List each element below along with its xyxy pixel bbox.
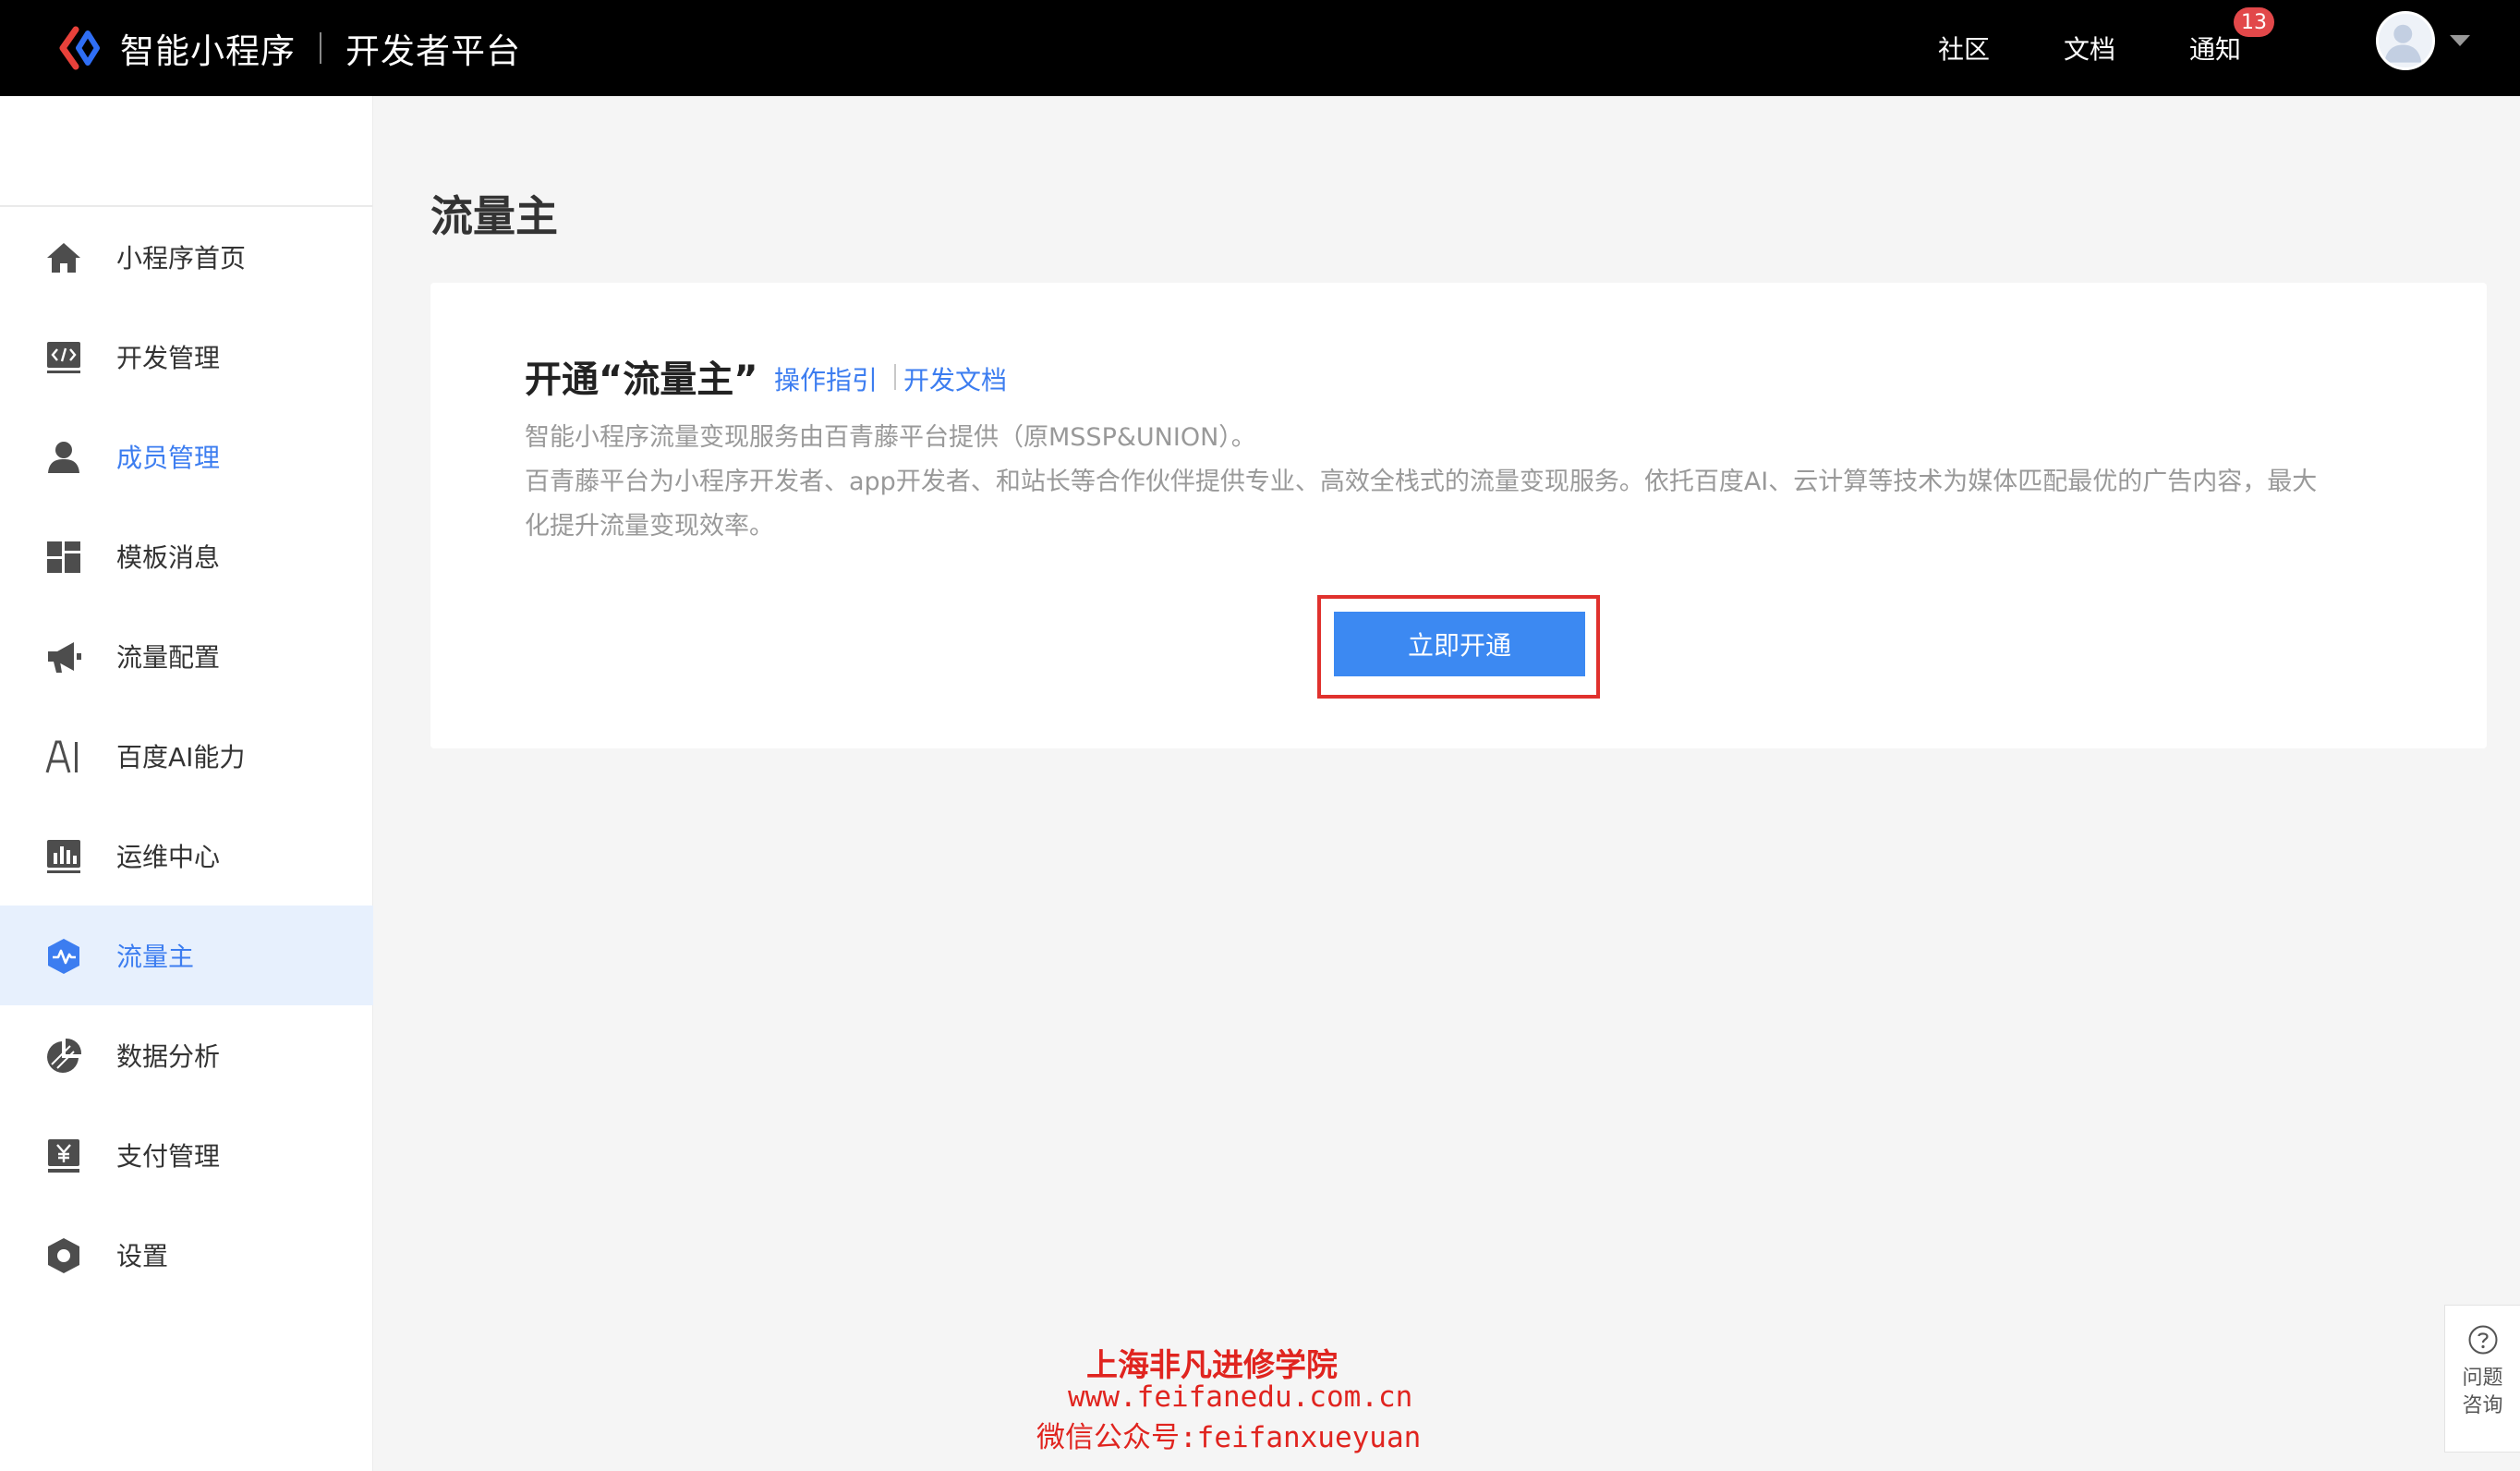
sidebar-item-label: 数据分析 [116,1041,221,1072]
sidebar-item-members[interactable]: 成员管理 [0,407,373,506]
watermark-line: 微信公众号:feifanxueyuan [1036,1421,1422,1454]
chevron-down-icon[interactable] [2450,35,2470,46]
home-icon [47,243,80,273]
guide-link[interactable]: 操作指引 [774,360,878,397]
card-title: 开通“流量主” [525,359,758,401]
card-description-line: 百青藤平台为小程序开发者、app开发者、和站长等合作伙伴提供专业、高效全栈式的流… [525,468,2318,496]
card-description-line: 化提升流量变现效率。 [525,512,774,541]
sidebar-item-home[interactable]: 小程序首页 [0,207,373,307]
ai-icon [45,740,78,773]
sidebar-header [0,96,372,207]
brand-logo-icon [59,26,100,70]
question-icon [2468,1325,2497,1355]
traffic-owner-card: 开通“流量主” 操作指引 开发文档 智能小程序流量变现服务由百青藤平台提供（原M… [430,283,2487,748]
yuan-icon [48,1139,79,1173]
sidebar-item-label: 流量主 [116,942,195,972]
sidebar-item-label: 支付管理 [116,1141,221,1172]
sidebar-item-label: 设置 [116,1241,169,1271]
sidebar-item-label: 百度AI能力 [116,742,246,772]
avatar[interactable] [2376,11,2435,70]
sidebar-item-payment[interactable]: 支付管理 [0,1105,373,1205]
sidebar-item-label: 小程序首页 [116,243,247,274]
sidebar-item-settings[interactable]: 设置 [0,1205,373,1305]
docs-link[interactable]: 开发文档 [903,360,1007,397]
brand-subtitle: 开发者平台 [345,31,521,71]
nav-community[interactable]: 社区 [1938,0,1990,96]
help-widget[interactable]: 问题咨询 [2444,1305,2520,1453]
link-divider [894,364,896,390]
notification-badge: 13 [2234,7,2274,37]
sidebar-item-label: 模板消息 [116,542,221,573]
nav-docs-label: 文档 [2064,34,2116,65]
top-bar: 智能小程序 开发者平台 社区 文档 通知 13 [0,0,2520,96]
brand[interactable]: 智能小程序 开发者平台 [59,23,521,73]
sidebar-item-label: 开发管理 [116,343,221,373]
sidebar-item-ai[interactable]: 百度AI能力 [0,706,373,806]
watermark-line: 上海非凡进修学院 [1086,1347,1338,1384]
sidebar: 小程序首页 开发管理 成员管理 模板消息 流量配置 百度AI能力 运维中心 流量… [0,96,373,1471]
page-title: 流量主 [430,191,558,241]
help-label: 问题咨询 [2462,1367,2503,1417]
sidebar-item-label: 成员管理 [116,443,221,473]
code-icon [47,342,80,373]
sidebar-item-dev[interactable]: 开发管理 [0,307,373,407]
sidebar-item-label: 流量配置 [116,642,221,673]
pie-icon [47,1038,82,1073]
sidebar-item-template[interactable]: 模板消息 [0,506,373,606]
brand-divider [320,32,321,64]
hexagon-pulse-icon [48,939,79,974]
nav-community-label: 社区 [1938,34,1991,65]
user-avatar-icon [2384,24,2422,63]
sidebar-item-label: 运维中心 [116,842,221,872]
nav-notifications-label: 通知 [2189,34,2242,65]
nav-docs[interactable]: 文档 [2064,0,2115,96]
card-description-line: 智能小程序流量变现服务由百青藤平台提供（原MSSP&UNION）。 [525,423,1256,452]
nav-notifications[interactable]: 通知 [2189,0,2241,96]
user-icon [48,442,79,473]
sidebar-item-traffic-config[interactable]: 流量配置 [0,606,373,706]
sidebar-item-ops[interactable]: 运维中心 [0,806,373,906]
sidebar-item-traffic-owner[interactable]: 流量主 [0,906,373,1005]
template-icon [47,541,80,573]
watermark-line: www.feifanedu.com.cn [1068,1380,1413,1414]
gear-icon [48,1238,79,1273]
brand-name: 智能小程序 [120,31,296,71]
chart-icon [47,840,80,873]
megaphone-icon [48,642,81,673]
activate-now-button[interactable]: 立即开通 [1334,612,1585,676]
sidebar-item-analytics[interactable]: 数据分析 [0,1005,373,1105]
